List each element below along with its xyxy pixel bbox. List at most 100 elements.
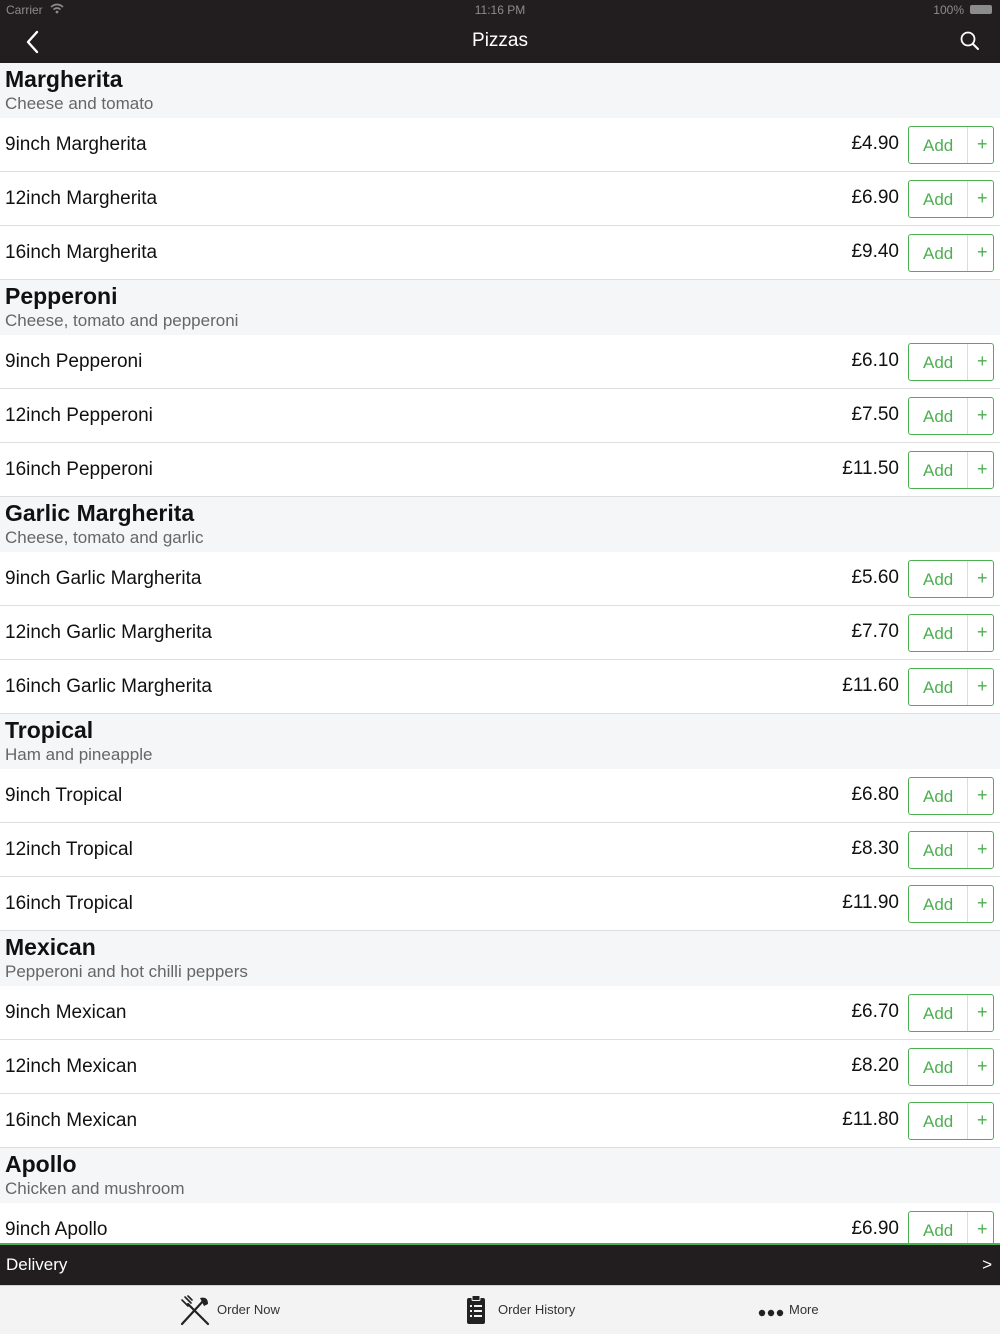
add-button-divider (967, 344, 968, 380)
add-button[interactable]: Add + (908, 614, 994, 652)
navigation-bar: Pizzas (0, 20, 1000, 63)
add-button-label: Add (923, 353, 954, 372)
item-price: £11.50 (842, 458, 899, 479)
plus-icon: + (977, 1110, 988, 1130)
tab-order-history[interactable]: Order History (465, 1286, 595, 1334)
tab-more[interactable]: More (758, 1286, 828, 1334)
add-button[interactable]: Add + (908, 1048, 994, 1086)
add-button[interactable]: Add + (908, 560, 994, 598)
item-price: £6.10 (851, 350, 899, 371)
menu-item-row[interactable]: 9inch Mexican £6.70 Add + (0, 986, 1000, 1040)
section-header: Apollo Chicken and mushroom (0, 1148, 1000, 1203)
plus-icon: + (977, 134, 988, 154)
add-button-divider (967, 398, 968, 434)
item-name: 16inch Pepperoni (5, 459, 153, 480)
plus-icon: + (977, 622, 988, 642)
section-header: Pepperoni Cheese, tomato and pepperoni (0, 280, 1000, 335)
search-icon[interactable] (958, 29, 982, 53)
delivery-label: Delivery (6, 1255, 68, 1274)
item-price: £11.90 (842, 892, 899, 913)
add-button-divider (967, 181, 968, 217)
menu-item-row[interactable]: 12inch Pepperoni £7.50 Add + (0, 389, 1000, 443)
menu-item-row[interactable]: 16inch Garlic Margherita £11.60 Add + (0, 660, 1000, 714)
menu-item-row[interactable]: 9inch Pepperoni £6.10 Add + (0, 335, 1000, 389)
add-button-label: Add (923, 570, 954, 589)
plus-icon: + (977, 1219, 988, 1239)
item-name: 16inch Margherita (5, 242, 158, 263)
add-button[interactable]: Add + (908, 831, 994, 869)
menu-item-row[interactable]: 16inch Mexican £11.80 Add + (0, 1094, 1000, 1148)
menu-item-row[interactable]: 16inch Pepperoni £11.50 Add + (0, 443, 1000, 497)
add-button-label: Add (923, 190, 954, 209)
menu-list[interactable]: Margherita Cheese and tomato 9inch Margher… (0, 63, 1000, 1243)
plus-icon: + (977, 568, 988, 588)
add-button-label: Add (923, 136, 954, 155)
add-button[interactable]: Add + (908, 126, 994, 164)
item-name: 16inch Mexican (5, 1110, 138, 1131)
section-description: Cheese and tomato (5, 94, 154, 113)
add-button-divider (967, 832, 968, 868)
section-description: Chicken and mushroom (5, 1179, 185, 1198)
plus-icon: + (977, 405, 988, 425)
add-button[interactable]: Add + (908, 1102, 994, 1140)
add-button-label: Add (923, 678, 954, 697)
add-button[interactable]: Add + (908, 180, 994, 218)
section-header: Tropical Ham and pineapple (0, 714, 1000, 769)
add-button[interactable]: Add + (908, 343, 994, 381)
plus-icon: + (977, 242, 988, 262)
add-button[interactable]: Add + (908, 234, 994, 272)
menu-item-row[interactable]: 9inch Garlic Margherita £5.60 Add + (0, 552, 1000, 606)
menu-item-row[interactable]: 16inch Margherita £9.40 Add + (0, 226, 1000, 280)
add-button-label: Add (923, 1221, 954, 1240)
tab-order-now[interactable]: Order Now (178, 1286, 298, 1334)
add-button-divider (967, 127, 968, 163)
add-button-divider (967, 1103, 968, 1139)
item-price: £5.60 (851, 567, 899, 588)
add-button[interactable]: Add + (908, 885, 994, 923)
section-description: Pepperoni and hot chilli peppers (5, 962, 248, 981)
battery-icon (970, 5, 992, 14)
add-button[interactable]: Add + (908, 994, 994, 1032)
add-button-label: Add (923, 1112, 954, 1131)
item-name: 16inch Tropical (5, 893, 133, 914)
plus-icon: + (977, 676, 988, 696)
menu-item-row[interactable]: 9inch Apollo £6.90 Add + (0, 1203, 1000, 1243)
menu-item-row[interactable]: 12inch Margherita £6.90 Add + (0, 172, 1000, 226)
menu-item-row[interactable]: 12inch Tropical £8.30 Add + (0, 823, 1000, 877)
add-button[interactable]: Add + (908, 777, 994, 815)
add-button-divider (967, 561, 968, 597)
delivery-chevron: > (982, 1255, 992, 1274)
item-price: £4.90 (851, 133, 899, 154)
menu-item-row[interactable]: 9inch Margherita £4.90 Add + (0, 118, 1000, 172)
add-button[interactable]: Add + (908, 451, 994, 489)
delivery-bar[interactable]: Delivery > (0, 1243, 1000, 1285)
add-button-label: Add (923, 624, 954, 643)
item-price: £7.70 (851, 621, 899, 642)
menu-item-row[interactable]: 12inch Garlic Margherita £7.70 Add + (0, 606, 1000, 660)
add-button-label: Add (923, 1004, 954, 1023)
clipboard-icon (465, 1295, 487, 1330)
add-button-divider (967, 1212, 968, 1243)
tab-bar: Order Now Order History More (0, 1285, 1000, 1334)
item-price: £11.80 (842, 1109, 899, 1130)
tab-order-now-label: Order Now (217, 1302, 280, 1317)
item-price: £9.40 (851, 241, 899, 262)
add-button-label: Add (923, 244, 954, 263)
item-price: £6.90 (851, 187, 899, 208)
item-name: 9inch Tropical (5, 785, 123, 806)
add-button-label: Add (923, 1058, 954, 1077)
menu-item-row[interactable]: 16inch Tropical £11.90 Add + (0, 877, 1000, 931)
menu-item-row[interactable]: 9inch Tropical £6.80 Add + (0, 769, 1000, 823)
add-button-label: Add (923, 895, 954, 914)
item-price: £7.50 (851, 404, 899, 425)
section-description: Cheese, tomato and garlic (5, 528, 204, 547)
add-button[interactable]: Add + (908, 1211, 994, 1243)
add-button-divider (967, 995, 968, 1031)
add-button[interactable]: Add + (908, 397, 994, 435)
item-price: £6.80 (851, 784, 899, 805)
add-button-label: Add (923, 407, 954, 426)
plus-icon: + (977, 1002, 988, 1022)
add-button[interactable]: Add + (908, 668, 994, 706)
menu-item-row[interactable]: 12inch Mexican £8.20 Add + (0, 1040, 1000, 1094)
section-header: Mexican Pepperoni and hot chilli peppers (0, 931, 1000, 986)
